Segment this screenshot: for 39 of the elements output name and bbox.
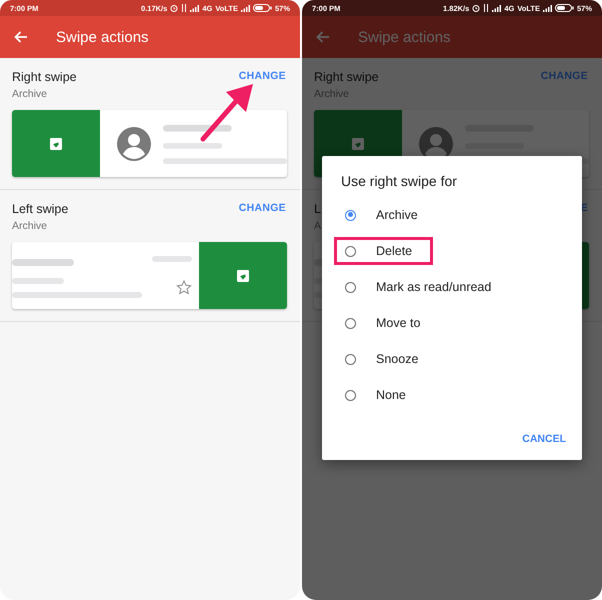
radio-button[interactable] (345, 246, 356, 256)
archive-icon (50, 138, 62, 150)
setting-title: L (314, 202, 322, 216)
option-label[interactable]: None (376, 388, 406, 402)
option-label[interactable]: Delete (376, 244, 412, 258)
signal-icon (542, 4, 552, 12)
data-transfer-icon (483, 4, 490, 12)
signal-icon (492, 4, 502, 12)
battery-icon (554, 4, 574, 12)
pointer-arrow (200, 84, 253, 142)
setting-title: Right swipe (12, 70, 77, 84)
screen-title: Swipe actions (56, 28, 149, 46)
star-icon (176, 280, 192, 295)
signal-icon (190, 4, 200, 12)
signal-icon (240, 4, 250, 12)
dialog-title: Use right swipe for (340, 173, 458, 189)
alarm-icon (472, 4, 480, 12)
radio-button[interactable] (345, 282, 356, 292)
setting-value: Archive (12, 220, 48, 232)
battery-icon (252, 4, 272, 12)
back-icon[interactable] (14, 31, 28, 43)
data-transfer-icon (181, 4, 188, 12)
avatar-icon (117, 126, 151, 160)
radio-button[interactable] (345, 390, 356, 400)
option-label[interactable]: Mark as read/unread (376, 280, 492, 294)
option-label[interactable]: Archive (376, 208, 418, 222)
setting-value: Archive (12, 88, 48, 100)
radio-button[interactable] (345, 354, 356, 364)
setting-title: Left swipe (12, 202, 68, 216)
radio-button[interactable] (345, 318, 356, 328)
option-label[interactable]: Snooze (376, 352, 418, 366)
cancel-button[interactable]: CANCEL (522, 433, 566, 445)
archive-icon (237, 270, 249, 282)
screen-title: Swipe actions (358, 28, 451, 46)
option-label[interactable]: Move to (376, 316, 420, 330)
alarm-icon (170, 4, 178, 12)
radio-button[interactable] (345, 210, 356, 220)
setting-title: Right swipe (314, 70, 379, 84)
archive-icon (352, 138, 364, 150)
